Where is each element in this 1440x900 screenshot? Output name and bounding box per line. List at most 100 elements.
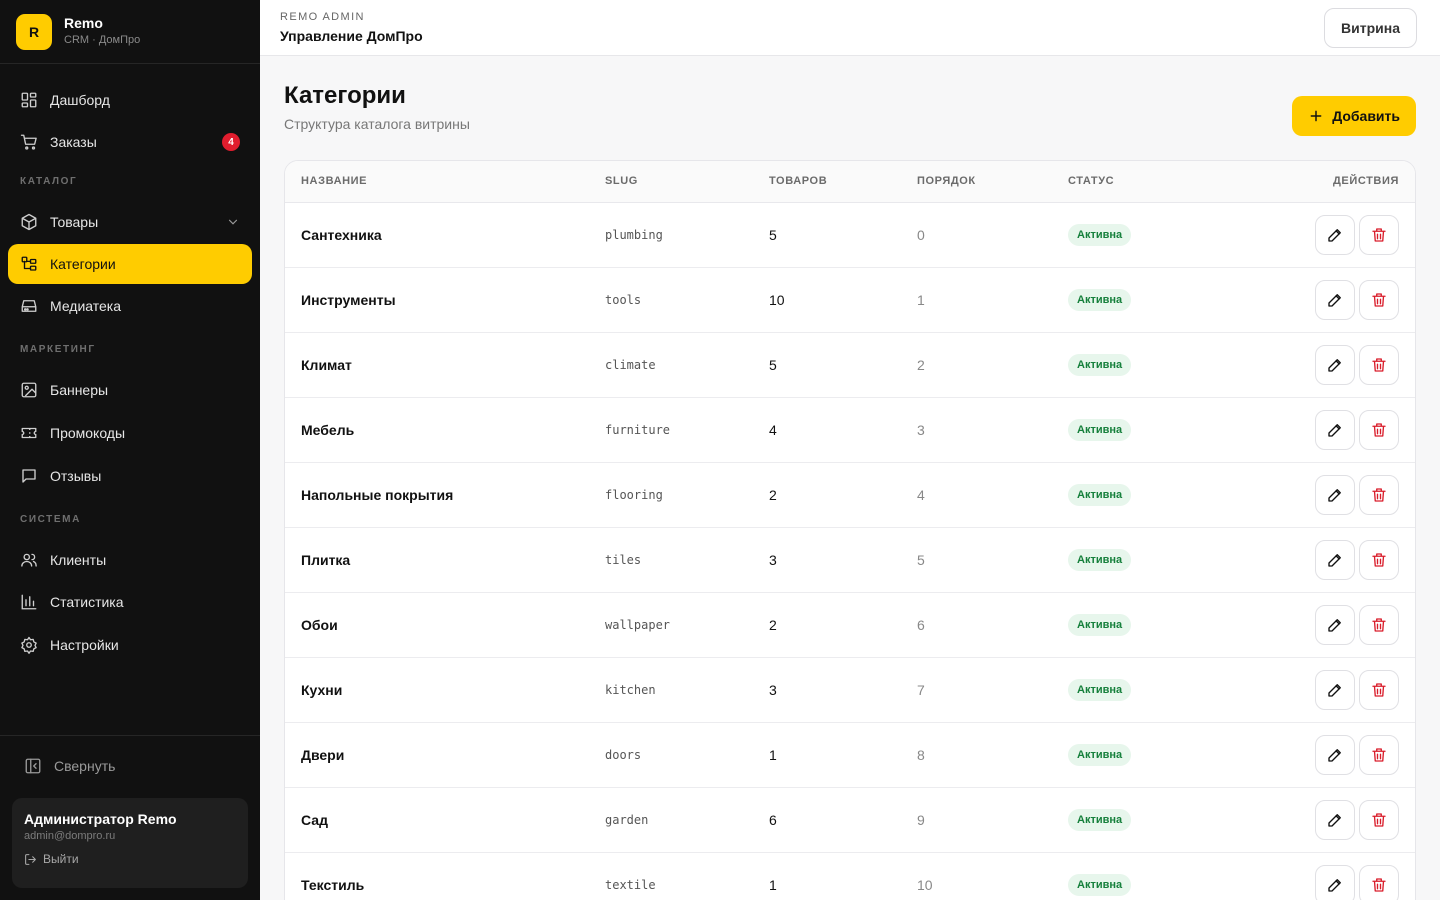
- edit-button[interactable]: [1315, 344, 1355, 385]
- category-product-count: 10: [769, 291, 785, 308]
- table-row[interactable]: Текстиль textile 1 10 Активна: [285, 852, 1415, 900]
- chevron-down-icon[interactable]: [226, 215, 240, 229]
- category-name: Плитка: [301, 551, 351, 568]
- sidebar-item-clients[interactable]: Клиенты: [8, 540, 252, 580]
- table-row[interactable]: Мебель furniture 4 3 Активна: [285, 397, 1415, 462]
- sidebar-item-label: Настройки: [50, 637, 119, 653]
- delete-button[interactable]: [1359, 409, 1399, 450]
- panel-collapse-icon: [24, 757, 42, 775]
- table-row[interactable]: Обои wallpaper 2 6 Активна: [285, 592, 1415, 657]
- edit-button[interactable]: [1315, 474, 1355, 515]
- category-status-cell: Активна: [1068, 722, 1268, 787]
- category-product-count: 2: [769, 486, 777, 503]
- logout-icon: [24, 853, 37, 866]
- sidebar-item-products[interactable]: Товары: [8, 202, 252, 242]
- category-slug: kitchen: [605, 682, 656, 697]
- edit-button[interactable]: [1315, 734, 1355, 775]
- category-actions: [1268, 657, 1415, 722]
- delete-button[interactable]: [1359, 474, 1399, 515]
- user-name: Администратор Remo: [24, 811, 177, 827]
- sidebar-item-statistics[interactable]: Статистика: [8, 582, 252, 622]
- pencil-icon: [1326, 421, 1344, 439]
- storefront-button[interactable]: Витрина: [1324, 7, 1417, 48]
- sidebar-item-media[interactable]: Медиатека: [8, 286, 252, 326]
- sidebar-item-banners[interactable]: Баннеры: [8, 370, 252, 410]
- logout-button[interactable]: Выйти: [24, 852, 236, 866]
- sidebar-item-label: Баннеры: [50, 382, 109, 398]
- sidebar: R Remo CRM · ДомПро Дашборд Заказы 4 КАТ…: [0, 0, 260, 900]
- category-slug: furniture: [605, 422, 671, 437]
- edit-button[interactable]: [1315, 799, 1355, 840]
- delete-button[interactable]: [1359, 214, 1399, 255]
- delete-button[interactable]: [1359, 279, 1399, 320]
- edit-button[interactable]: [1315, 864, 1355, 900]
- edit-button[interactable]: [1315, 539, 1355, 580]
- sidebar-item-dashboard[interactable]: Дашборд: [8, 80, 252, 120]
- category-slug: tiles: [605, 552, 642, 567]
- category-sort-order: 1: [917, 291, 925, 308]
- column-header-products[interactable]: ТОВАРОВ: [769, 161, 917, 203]
- trash-icon: [1370, 291, 1388, 309]
- sidebar-item-settings[interactable]: Настройки: [8, 625, 252, 665]
- category-name: Двери: [301, 746, 345, 763]
- category-product-count: 4: [769, 421, 777, 438]
- delete-button[interactable]: [1359, 344, 1399, 385]
- pencil-icon: [1326, 486, 1344, 504]
- edit-button[interactable]: [1315, 669, 1355, 710]
- category-sort-order: 5: [917, 551, 925, 568]
- delete-button[interactable]: [1359, 539, 1399, 580]
- trash-icon: [1370, 551, 1388, 569]
- trash-icon: [1370, 876, 1388, 894]
- section-label-system: СИСТЕМА: [20, 514, 81, 525]
- category-tree-icon: [20, 255, 38, 273]
- column-header-status[interactable]: СТАТУС: [1068, 161, 1268, 203]
- user-card: Администратор Remo admin@dompro.ru Выйти: [12, 798, 248, 888]
- sidebar-item-orders[interactable]: Заказы 4: [8, 122, 252, 162]
- sidebar-item-categories[interactable]: Категории: [8, 244, 252, 284]
- edit-button[interactable]: [1315, 279, 1355, 320]
- delete-button[interactable]: [1359, 864, 1399, 900]
- table-row[interactable]: Сантехника plumbing 5 0 Активна: [285, 202, 1415, 267]
- category-sort-order: 7: [917, 681, 925, 698]
- add-category-button[interactable]: Добавить: [1292, 96, 1416, 136]
- table-row[interactable]: Сад garden 6 9 Активна: [285, 787, 1415, 852]
- category-status-cell: Активна: [1068, 787, 1268, 852]
- sidebar-item-label: Статистика: [50, 594, 124, 610]
- category-status-cell: Активна: [1068, 592, 1268, 657]
- column-header-name[interactable]: НАЗВАНИЕ: [285, 161, 605, 203]
- status-badge: Активна: [1068, 548, 1132, 571]
- sidebar-item-reviews[interactable]: Отзывы: [8, 456, 252, 496]
- category-actions: [1268, 397, 1415, 462]
- delete-button[interactable]: [1359, 734, 1399, 775]
- table-row[interactable]: Инструменты tools 10 1 Активна: [285, 267, 1415, 332]
- delete-button[interactable]: [1359, 669, 1399, 710]
- delete-button[interactable]: [1359, 799, 1399, 840]
- category-actions: [1268, 462, 1415, 527]
- image-icon: [20, 381, 38, 399]
- table-row[interactable]: Кухни kitchen 3 7 Активна: [285, 657, 1415, 722]
- table-row[interactable]: Двери doors 1 8 Активна: [285, 722, 1415, 787]
- trash-icon: [1370, 356, 1388, 374]
- category-sort-order: 10: [917, 876, 933, 893]
- category-product-count: 3: [769, 551, 777, 568]
- category-sort-order: 4: [917, 486, 925, 503]
- status-badge: Активна: [1068, 483, 1132, 506]
- column-header-slug[interactable]: SLUG: [605, 161, 769, 203]
- brand[interactable]: R Remo CRM · ДомПро: [0, 0, 260, 64]
- edit-button[interactable]: [1315, 409, 1355, 450]
- table-row[interactable]: Напольные покрытия flooring 2 4 Активна: [285, 462, 1415, 527]
- collapse-sidebar-button[interactable]: Свернуть: [12, 748, 248, 784]
- table-row[interactable]: Климат climate 5 2 Активна: [285, 332, 1415, 397]
- category-status-cell: Активна: [1068, 397, 1268, 462]
- status-badge: Активна: [1068, 418, 1132, 441]
- edit-button[interactable]: [1315, 214, 1355, 255]
- sidebar-item-promocodes[interactable]: Промокоды: [8, 413, 252, 453]
- brand-name: Remo: [64, 15, 103, 31]
- table-row[interactable]: Плитка tiles 3 5 Активна: [285, 527, 1415, 592]
- column-header-order[interactable]: ПОРЯДОК: [917, 161, 1068, 203]
- edit-button[interactable]: [1315, 604, 1355, 645]
- category-name: Мебель: [301, 421, 355, 438]
- logout-label: Выйти: [43, 852, 79, 866]
- column-header-actions: ДЕЙСТВИЯ: [1268, 161, 1415, 203]
- delete-button[interactable]: [1359, 604, 1399, 645]
